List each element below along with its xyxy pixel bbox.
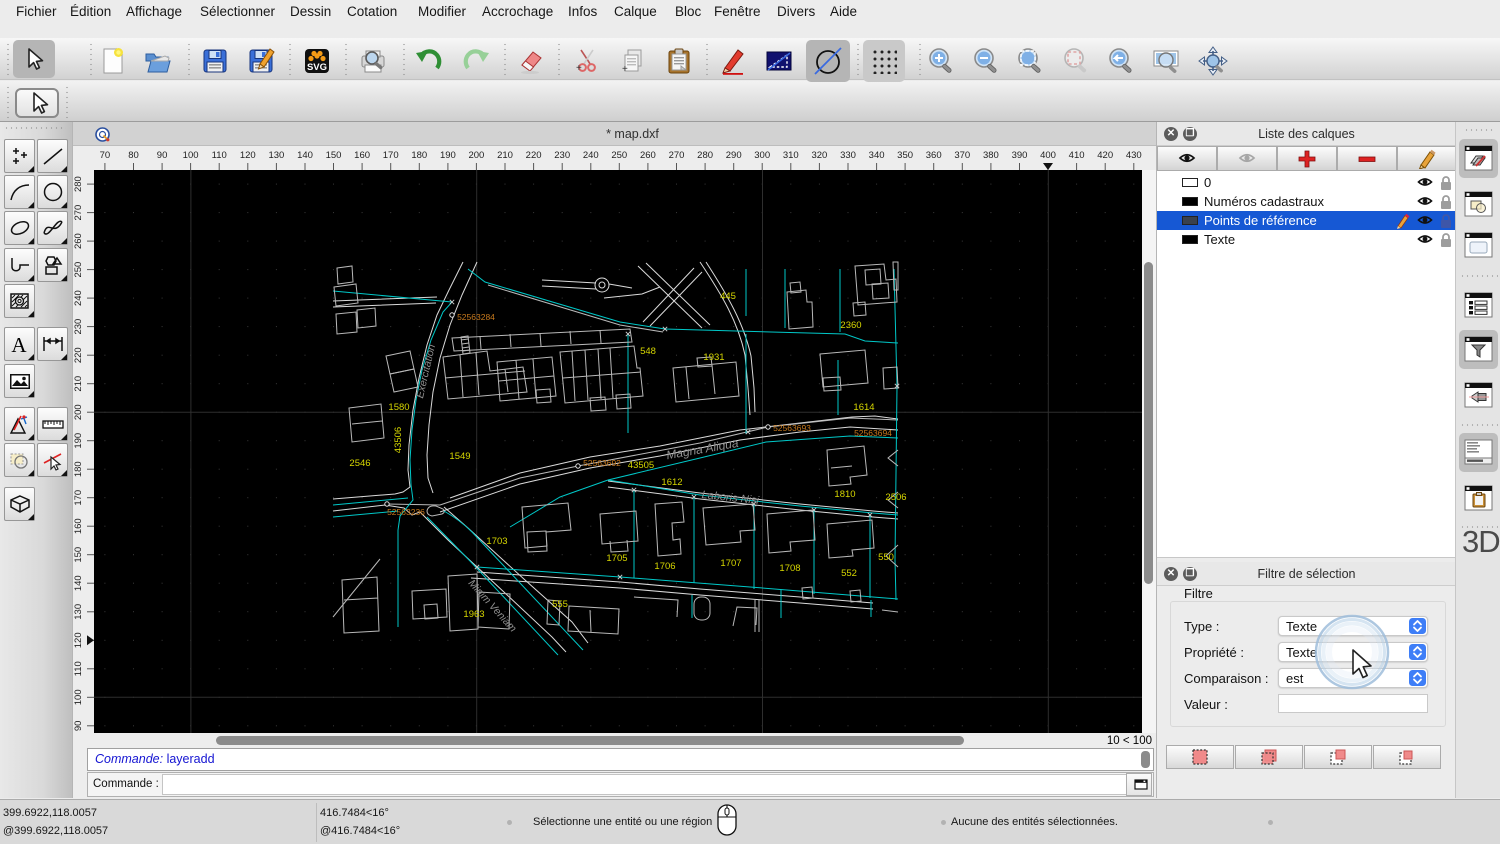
svg-text:552: 552 (841, 568, 857, 579)
svg-text:2546: 2546 (349, 458, 370, 469)
svg-text:90: 90 (73, 721, 84, 732)
svg-text:1549: 1549 (449, 451, 470, 462)
svg-text:52563693: 52563693 (773, 423, 811, 433)
svg-text:90: 90 (157, 150, 168, 161)
svg-text:260: 260 (73, 233, 84, 249)
svg-text:52563236: 52563236 (387, 507, 425, 517)
svg-text:2506: 2506 (885, 492, 906, 503)
svg-text:52563694: 52563694 (854, 428, 892, 438)
svg-text:190: 190 (73, 433, 84, 449)
svg-text:+: + (576, 63, 582, 74)
svg-text:100: 100 (183, 150, 199, 161)
svg-text:330: 330 (840, 150, 856, 161)
svg-text:1963: 1963 (463, 609, 484, 620)
svg-text:340: 340 (869, 150, 885, 161)
svg-text:400: 400 (1040, 150, 1056, 161)
svg-text:1706: 1706 (654, 561, 675, 572)
svg-text:1580: 1580 (388, 402, 409, 413)
svg-text:1707: 1707 (720, 558, 741, 569)
svg-text:43506: 43506 (393, 427, 404, 453)
svg-text:280: 280 (697, 150, 713, 161)
svg-text:350: 350 (897, 150, 913, 161)
svg-text:140: 140 (297, 150, 313, 161)
svg-text:280: 280 (73, 176, 84, 192)
svg-text:250: 250 (73, 262, 84, 278)
svg-text:240: 240 (583, 150, 599, 161)
svg-text:190: 190 (440, 150, 456, 161)
svg-text:270: 270 (73, 205, 84, 221)
svg-text:160: 160 (73, 518, 84, 534)
svg-text:250: 250 (611, 150, 627, 161)
svg-text:70: 70 (100, 150, 111, 161)
svg-text:150: 150 (326, 150, 342, 161)
svg-text:52563284: 52563284 (457, 312, 495, 322)
svg-text:210: 210 (73, 376, 84, 392)
svg-text:80: 80 (128, 150, 139, 161)
svg-text:52563692: 52563692 (583, 458, 621, 468)
svg-text:210: 210 (497, 150, 513, 161)
svg-text:550: 550 (878, 552, 894, 563)
svg-text:390: 390 (1012, 150, 1028, 161)
svg-text:360: 360 (926, 150, 942, 161)
svg-text:230: 230 (73, 319, 84, 335)
svg-text:445: 445 (720, 291, 736, 302)
svg-text:200: 200 (468, 150, 484, 161)
svg-text:290: 290 (726, 150, 742, 161)
svg-text:180: 180 (411, 150, 427, 161)
svg-text:220: 220 (526, 150, 542, 161)
svg-text:260: 260 (640, 150, 656, 161)
svg-text:160: 160 (354, 150, 370, 161)
svg-text:180: 180 (73, 461, 84, 477)
svg-text:270: 270 (669, 150, 685, 161)
svg-text:555: 555 (552, 599, 568, 610)
svg-text:320: 320 (811, 150, 827, 161)
svg-text:1931: 1931 (703, 352, 724, 363)
svg-text:SVG: SVG (307, 62, 327, 73)
svg-text:410: 410 (1069, 150, 1085, 161)
svg-text:310: 310 (783, 150, 799, 161)
svg-text:1810: 1810 (834, 489, 855, 500)
svg-text:230: 230 (554, 150, 570, 161)
svg-text:150: 150 (73, 547, 84, 563)
svg-text:170: 170 (73, 490, 84, 506)
svg-text:430: 430 (1126, 150, 1142, 161)
svg-text:+: + (622, 64, 628, 75)
svg-text:1708: 1708 (779, 563, 800, 574)
svg-text:2360: 2360 (840, 320, 861, 331)
svg-text:200: 200 (73, 404, 84, 420)
svg-text:1614: 1614 (853, 402, 874, 413)
svg-text:420: 420 (1097, 150, 1113, 161)
svg-text:130: 130 (268, 150, 284, 161)
svg-text:130: 130 (73, 604, 84, 620)
svg-text:548: 548 (640, 346, 656, 357)
svg-text:240: 240 (73, 290, 84, 306)
svg-text:100: 100 (73, 689, 84, 705)
svg-text:140: 140 (73, 575, 84, 591)
svg-text:1705: 1705 (606, 553, 627, 564)
svg-text:110: 110 (212, 150, 227, 161)
svg-text:1703: 1703 (486, 536, 507, 547)
svg-text:370: 370 (954, 150, 970, 161)
svg-text:A: A (11, 333, 27, 355)
svg-text:43505: 43505 (628, 460, 654, 471)
svg-text:220: 220 (73, 347, 84, 363)
svg-text:300: 300 (754, 150, 770, 161)
svg-text:110: 110 (73, 661, 84, 676)
svg-text:120: 120 (240, 150, 256, 161)
svg-text:120: 120 (73, 632, 84, 648)
svg-text:380: 380 (983, 150, 999, 161)
svg-text:170: 170 (383, 150, 399, 161)
svg-text:1612: 1612 (661, 477, 682, 488)
